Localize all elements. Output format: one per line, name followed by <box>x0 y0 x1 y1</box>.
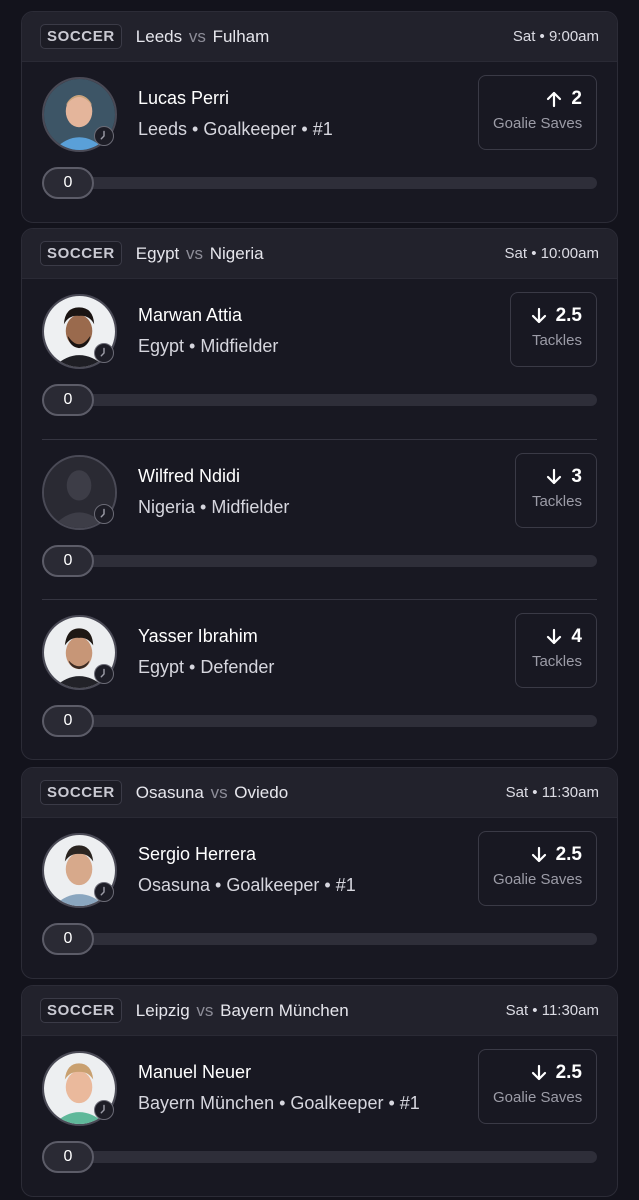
clock-icon <box>94 126 114 146</box>
player-name: Manuel Neuer <box>138 1062 252 1082</box>
down-arrow-icon <box>531 846 546 863</box>
game-time: Sat • 9:00am <box>512 28 599 45</box>
progress-value: 0 <box>42 167 94 199</box>
vs-label: vs <box>188 26 206 46</box>
stat-line-button[interactable]: 2.5 Goalie Saves <box>478 831 597 906</box>
card-header: SOCCER Leipzig vs Bayern München Sat • 1… <box>22 986 617 1036</box>
sport-badge: SOCCER <box>40 998 122 1023</box>
player-meta: Leeds • Goalkeeper • #1 <box>138 119 333 139</box>
team-a: Egypt <box>135 243 180 263</box>
matchup: Leeds vs Fulham <box>136 27 269 47</box>
clock-icon <box>94 1100 114 1120</box>
matchup: Osasuna vs Oviedo <box>136 783 288 803</box>
player-meta: Bayern München • Goalkeeper • #1 <box>138 1093 420 1113</box>
game-time: Sat • 10:00am <box>504 245 599 262</box>
progress-rail <box>42 715 597 727</box>
progress-bar: 0 <box>42 545 597 577</box>
stat-line-button[interactable]: 2.5 Tackles <box>510 292 597 367</box>
matchup: Leipzig vs Bayern München <box>136 1001 349 1021</box>
player-meta: Egypt • Defender <box>138 657 275 677</box>
progress-bar: 0 <box>42 384 597 416</box>
stat-label: Goalie Saves <box>493 871 583 888</box>
pick-card[interactable]: SOCCER Egypt vs Nigeria Sat • 10:00am Ma… <box>21 228 618 760</box>
player-row[interactable]: Yasser Ibrahim Egypt • Defender 4 Tackle… <box>42 599 597 759</box>
player-name: Yasser Ibrahim <box>138 626 258 646</box>
clock-icon <box>94 504 114 524</box>
player-name: Wilfred Ndidi <box>138 466 241 486</box>
progress-rail <box>42 394 597 406</box>
player-row[interactable]: Manuel Neuer Bayern München • Goalkeeper… <box>22 1036 617 1196</box>
up-arrow-icon <box>547 91 562 108</box>
player-row[interactable]: Marwan Attia Egypt • Midfielder 2.5 Tack… <box>22 279 617 439</box>
stat-line-button[interactable]: 2.5 Goalie Saves <box>478 1049 597 1124</box>
stat-value: 2.5 <box>555 1062 582 1083</box>
team-b: Fulham <box>212 26 270 46</box>
progress-bar: 0 <box>42 923 597 955</box>
progress-value: 0 <box>42 705 94 737</box>
team-a: Leeds <box>135 26 183 46</box>
stat-value: 2.5 <box>555 844 582 865</box>
player-meta: Osasuna • Goalkeeper • #1 <box>138 875 356 895</box>
vs-label: vs <box>210 782 228 802</box>
stat-label: Goalie Saves <box>493 1089 583 1106</box>
down-arrow-icon <box>531 307 546 324</box>
player-name: Lucas Perri <box>138 88 230 108</box>
clock-icon <box>94 343 114 363</box>
vs-label: vs <box>186 243 203 263</box>
team-a: Leipzig <box>135 1000 190 1020</box>
clock-icon <box>94 664 114 684</box>
progress-value: 0 <box>42 923 94 955</box>
team-b: Oviedo <box>234 782 289 802</box>
player-meta: Nigeria • Midfielder <box>138 497 290 517</box>
game-time: Sat • 11:30am <box>505 784 599 801</box>
player-row[interactable]: Sergio Herrera Osasuna • Goalkeeper • #1… <box>22 818 617 978</box>
player-meta: Egypt • Midfielder <box>138 336 279 356</box>
sport-badge: SOCCER <box>40 780 122 805</box>
progress-value: 0 <box>42 545 94 577</box>
clock-icon <box>94 882 114 902</box>
card-header: SOCCER Leeds vs Fulham Sat • 9:00am <box>22 12 617 62</box>
pick-card[interactable]: SOCCER Osasuna vs Oviedo Sat • 11:30am S… <box>21 767 618 979</box>
card-header: SOCCER Osasuna vs Oviedo Sat • 11:30am <box>22 768 617 818</box>
stat-value: 2.5 <box>555 305 582 326</box>
team-b: Nigeria <box>209 243 264 263</box>
progress-value: 0 <box>42 384 94 416</box>
progress-value: 0 <box>42 1141 94 1173</box>
progress-bar: 0 <box>42 1141 597 1173</box>
stat-label: Tackles <box>531 653 582 670</box>
stat-line-button[interactable]: 4 Tackles <box>515 613 597 688</box>
player-row[interactable]: Lucas Perri Leeds • Goalkeeper • #1 2 Go… <box>22 62 617 222</box>
progress-bar: 0 <box>42 167 597 199</box>
progress-rail <box>42 933 597 945</box>
progress-bar: 0 <box>42 705 597 737</box>
vs-label: vs <box>196 1000 214 1020</box>
player-name: Sergio Herrera <box>138 844 257 864</box>
player-name: Marwan Attia <box>138 305 243 325</box>
stat-value: 4 <box>571 626 582 647</box>
matchup: Egypt vs Nigeria <box>136 244 264 264</box>
player-row[interactable]: Wilfred Ndidi Nigeria • Midfielder 3 Tac… <box>42 439 597 599</box>
progress-rail <box>42 177 597 189</box>
down-arrow-icon <box>531 1064 546 1081</box>
stat-label: Goalie Saves <box>493 115 583 132</box>
down-arrow-icon <box>547 628 562 645</box>
team-b: Bayern München <box>220 1000 349 1020</box>
game-time: Sat • 11:30am <box>505 1002 599 1019</box>
card-header: SOCCER Egypt vs Nigeria Sat • 10:00am <box>22 229 617 279</box>
stat-label: Tackles <box>531 493 582 510</box>
pick-card[interactable]: SOCCER Leeds vs Fulham Sat • 9:00am Luca… <box>21 11 618 223</box>
sport-badge: SOCCER <box>40 24 122 49</box>
stat-value: 3 <box>571 466 582 487</box>
down-arrow-icon <box>547 468 562 485</box>
progress-rail <box>42 555 597 567</box>
team-a: Osasuna <box>135 782 204 802</box>
sport-badge: SOCCER <box>40 241 122 266</box>
stat-line-button[interactable]: 2 Goalie Saves <box>478 75 597 150</box>
progress-rail <box>42 1151 597 1163</box>
stat-line-button[interactable]: 3 Tackles <box>515 453 597 528</box>
stat-label: Tackles <box>531 332 582 349</box>
stat-value: 2 <box>571 88 582 109</box>
pick-card[interactable]: SOCCER Leipzig vs Bayern München Sat • 1… <box>21 985 618 1197</box>
